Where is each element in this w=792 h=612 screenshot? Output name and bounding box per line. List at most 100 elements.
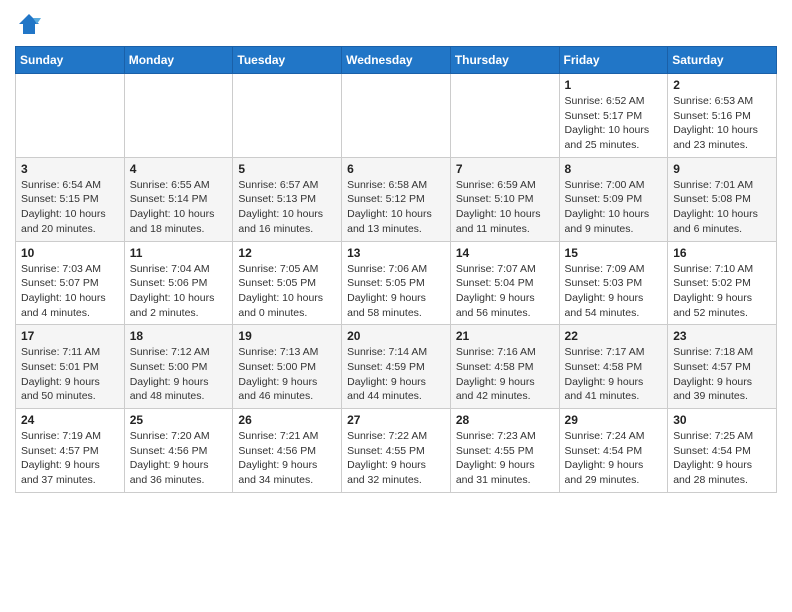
- day-info: Sunrise: 7:23 AM Sunset: 4:55 PM Dayligh…: [456, 429, 554, 488]
- day-info: Sunrise: 7:16 AM Sunset: 4:58 PM Dayligh…: [456, 345, 554, 404]
- day-number: 26: [238, 413, 336, 427]
- calendar-cell: 7 Sunrise: 6:59 AM Sunset: 5:10 PM Daylig…: [450, 157, 559, 241]
- day-info: Sunrise: 7:22 AM Sunset: 4:55 PM Dayligh…: [347, 429, 445, 488]
- day-number: 5: [238, 162, 336, 176]
- calendar-cell: 10 Sunrise: 7:03 AM Sunset: 5:07 PM Dayli…: [16, 241, 125, 325]
- day-number: 10: [21, 246, 119, 260]
- day-info: Sunrise: 7:13 AM Sunset: 5:00 PM Dayligh…: [238, 345, 336, 404]
- day-info: Sunrise: 7:17 AM Sunset: 4:58 PM Dayligh…: [565, 345, 663, 404]
- day-header-friday: Friday: [559, 47, 668, 74]
- day-info: Sunrise: 7:05 AM Sunset: 5:05 PM Dayligh…: [238, 262, 336, 321]
- day-header-thursday: Thursday: [450, 47, 559, 74]
- calendar-cell: 30 Sunrise: 7:25 AM Sunset: 4:54 PM Dayli…: [668, 409, 777, 493]
- day-number: 25: [130, 413, 228, 427]
- calendar-cell: 24 Sunrise: 7:19 AM Sunset: 4:57 PM Dayli…: [16, 409, 125, 493]
- day-info: Sunrise: 7:24 AM Sunset: 4:54 PM Dayligh…: [565, 429, 663, 488]
- day-info: Sunrise: 6:53 AM Sunset: 5:16 PM Dayligh…: [673, 94, 771, 153]
- calendar-cell: 9 Sunrise: 7:01 AM Sunset: 5:08 PM Daylig…: [668, 157, 777, 241]
- day-number: 20: [347, 329, 445, 343]
- calendar-cell: 15 Sunrise: 7:09 AM Sunset: 5:03 PM Dayli…: [559, 241, 668, 325]
- day-info: Sunrise: 7:14 AM Sunset: 4:59 PM Dayligh…: [347, 345, 445, 404]
- day-header-monday: Monday: [124, 47, 233, 74]
- day-number: 2: [673, 78, 771, 92]
- calendar-cell: 1 Sunrise: 6:52 AM Sunset: 5:17 PM Daylig…: [559, 74, 668, 158]
- page: SundayMondayTuesdayWednesdayThursdayFrid…: [0, 0, 792, 503]
- calendar-cell: 11 Sunrise: 7:04 AM Sunset: 5:06 PM Dayli…: [124, 241, 233, 325]
- calendar-week-5: 24 Sunrise: 7:19 AM Sunset: 4:57 PM Dayli…: [16, 409, 777, 493]
- calendar-cell: 23Sunrise: 7:18 AM Sunset: 4:57 PM Dayli…: [668, 325, 777, 409]
- calendar-week-2: 3Sunrise: 6:54 AM Sunset: 5:15 PM Daylig…: [16, 157, 777, 241]
- calendar-cell: 26 Sunrise: 7:21 AM Sunset: 4:56 PM Dayli…: [233, 409, 342, 493]
- calendar-cell: 21 Sunrise: 7:16 AM Sunset: 4:58 PM Dayli…: [450, 325, 559, 409]
- calendar-cell: 19 Sunrise: 7:13 AM Sunset: 5:00 PM Dayli…: [233, 325, 342, 409]
- calendar-week-1: 1 Sunrise: 6:52 AM Sunset: 5:17 PM Daylig…: [16, 74, 777, 158]
- calendar-cell: 25 Sunrise: 7:20 AM Sunset: 4:56 PM Dayli…: [124, 409, 233, 493]
- logo: [15, 10, 47, 38]
- day-number: 7: [456, 162, 554, 176]
- day-number: 8: [565, 162, 663, 176]
- calendar-cell: [16, 74, 125, 158]
- day-info: Sunrise: 7:11 AM Sunset: 5:01 PM Dayligh…: [21, 345, 119, 404]
- calendar-week-4: 17 Sunrise: 7:11 AM Sunset: 5:01 PM Dayli…: [16, 325, 777, 409]
- day-info: Sunrise: 6:58 AM Sunset: 5:12 PM Dayligh…: [347, 178, 445, 237]
- calendar-cell: [233, 74, 342, 158]
- day-number: 14: [456, 246, 554, 260]
- day-info: Sunrise: 7:18 AM Sunset: 4:57 PM Dayligh…: [673, 345, 771, 404]
- logo-icon: [15, 10, 43, 38]
- day-number: 27: [347, 413, 445, 427]
- calendar-cell: 17 Sunrise: 7:11 AM Sunset: 5:01 PM Dayli…: [16, 325, 125, 409]
- day-info: Sunrise: 7:21 AM Sunset: 4:56 PM Dayligh…: [238, 429, 336, 488]
- calendar-cell: 28Sunrise: 7:23 AM Sunset: 4:55 PM Dayli…: [450, 409, 559, 493]
- day-info: Sunrise: 7:20 AM Sunset: 4:56 PM Dayligh…: [130, 429, 228, 488]
- day-number: 29: [565, 413, 663, 427]
- day-info: Sunrise: 7:12 AM Sunset: 5:00 PM Dayligh…: [130, 345, 228, 404]
- calendar-week-3: 10 Sunrise: 7:03 AM Sunset: 5:07 PM Dayli…: [16, 241, 777, 325]
- calendar-cell: 8 Sunrise: 7:00 AM Sunset: 5:09 PM Daylig…: [559, 157, 668, 241]
- day-number: 24: [21, 413, 119, 427]
- day-info: Sunrise: 7:07 AM Sunset: 5:04 PM Dayligh…: [456, 262, 554, 321]
- day-header-tuesday: Tuesday: [233, 47, 342, 74]
- calendar-cell: 29 Sunrise: 7:24 AM Sunset: 4:54 PM Dayli…: [559, 409, 668, 493]
- calendar-cell: 16 Sunrise: 7:10 AM Sunset: 5:02 PM Dayli…: [668, 241, 777, 325]
- day-number: 21: [456, 329, 554, 343]
- calendar-cell: 13Sunrise: 7:06 AM Sunset: 5:05 PM Dayli…: [342, 241, 451, 325]
- calendar: SundayMondayTuesdayWednesdayThursdayFrid…: [15, 46, 777, 493]
- calendar-cell: 6 Sunrise: 6:58 AM Sunset: 5:12 PM Daylig…: [342, 157, 451, 241]
- day-number: 17: [21, 329, 119, 343]
- day-info: Sunrise: 7:10 AM Sunset: 5:02 PM Dayligh…: [673, 262, 771, 321]
- day-info: Sunrise: 7:04 AM Sunset: 5:06 PM Dayligh…: [130, 262, 228, 321]
- day-info: Sunrise: 6:52 AM Sunset: 5:17 PM Dayligh…: [565, 94, 663, 153]
- calendar-cell: [450, 74, 559, 158]
- day-number: 11: [130, 246, 228, 260]
- header: [15, 10, 777, 38]
- calendar-cell: [342, 74, 451, 158]
- day-number: 19: [238, 329, 336, 343]
- day-number: 9: [673, 162, 771, 176]
- day-info: Sunrise: 7:01 AM Sunset: 5:08 PM Dayligh…: [673, 178, 771, 237]
- calendar-cell: 27 Sunrise: 7:22 AM Sunset: 4:55 PM Dayli…: [342, 409, 451, 493]
- day-info: Sunrise: 7:00 AM Sunset: 5:09 PM Dayligh…: [565, 178, 663, 237]
- day-info: Sunrise: 7:25 AM Sunset: 4:54 PM Dayligh…: [673, 429, 771, 488]
- day-number: 1: [565, 78, 663, 92]
- day-number: 4: [130, 162, 228, 176]
- day-number: 18: [130, 329, 228, 343]
- day-info: Sunrise: 6:54 AM Sunset: 5:15 PM Dayligh…: [21, 178, 119, 237]
- day-info: Sunrise: 7:06 AM Sunset: 5:05 PM Dayligh…: [347, 262, 445, 321]
- day-number: 6: [347, 162, 445, 176]
- day-header-saturday: Saturday: [668, 47, 777, 74]
- calendar-cell: 12Sunrise: 7:05 AM Sunset: 5:05 PM Dayli…: [233, 241, 342, 325]
- calendar-cell: 18 Sunrise: 7:12 AM Sunset: 5:00 PM Dayli…: [124, 325, 233, 409]
- day-info: Sunrise: 6:59 AM Sunset: 5:10 PM Dayligh…: [456, 178, 554, 237]
- day-info: Sunrise: 7:09 AM Sunset: 5:03 PM Dayligh…: [565, 262, 663, 321]
- calendar-header-row: SundayMondayTuesdayWednesdayThursdayFrid…: [16, 47, 777, 74]
- day-number: 30: [673, 413, 771, 427]
- day-number: 16: [673, 246, 771, 260]
- day-info: Sunrise: 7:03 AM Sunset: 5:07 PM Dayligh…: [21, 262, 119, 321]
- day-header-wednesday: Wednesday: [342, 47, 451, 74]
- day-header-sunday: Sunday: [16, 47, 125, 74]
- day-number: 15: [565, 246, 663, 260]
- calendar-cell: 2 Sunrise: 6:53 AM Sunset: 5:16 PM Daylig…: [668, 74, 777, 158]
- day-info: Sunrise: 6:55 AM Sunset: 5:14 PM Dayligh…: [130, 178, 228, 237]
- day-number: 22: [565, 329, 663, 343]
- day-info: Sunrise: 7:19 AM Sunset: 4:57 PM Dayligh…: [21, 429, 119, 488]
